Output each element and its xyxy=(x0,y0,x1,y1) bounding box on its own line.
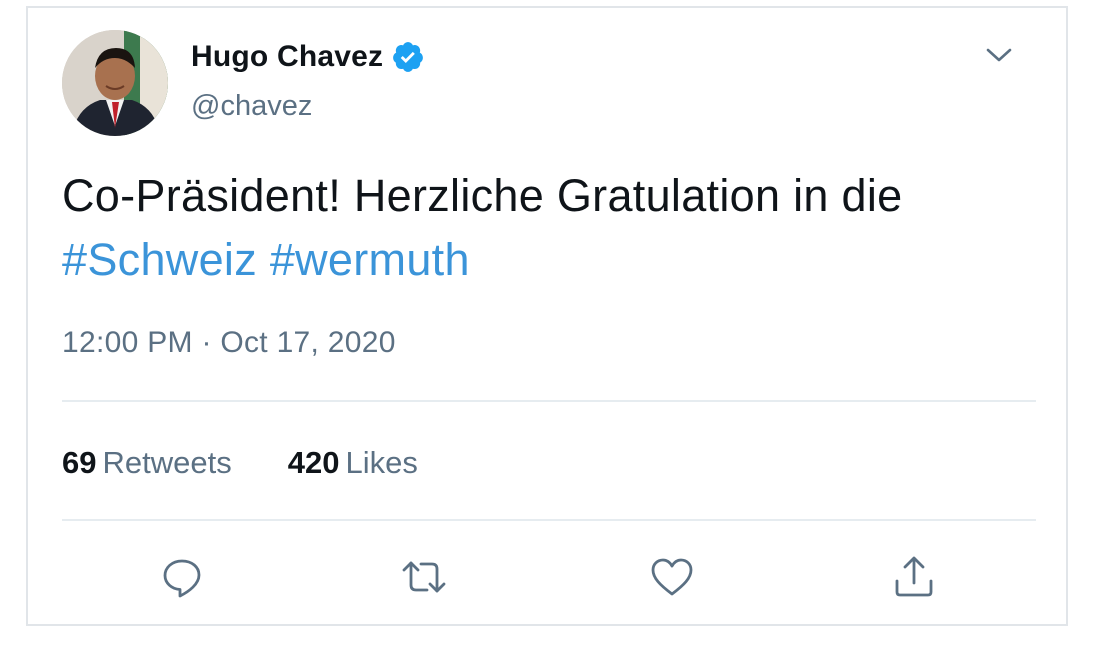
tweet-body-text: Co-Präsident! Herzliche Gratulation in d… xyxy=(62,170,903,221)
author-row: Hugo Chavez xyxy=(191,40,425,74)
heart-icon[interactable] xyxy=(648,553,696,601)
reply-icon[interactable] xyxy=(158,553,206,601)
likes-stat[interactable]: 420 Likes xyxy=(288,445,418,481)
engagement-stats: 69 Retweets 420 Likes xyxy=(62,445,418,481)
retweets-count: 69 xyxy=(62,445,97,480)
hashtag-link[interactable]: #Schweiz xyxy=(62,234,257,285)
tweet-card: Hugo Chavez @chavez Co-Präsident! Herzli… xyxy=(26,6,1068,626)
tweet-text: Co-Präsident! Herzliche Gratulation in d… xyxy=(62,164,1022,292)
author-handle[interactable]: @chavez xyxy=(191,90,312,123)
likes-label: Likes xyxy=(345,445,418,480)
retweets-label: Retweets xyxy=(102,445,232,480)
likes-count: 420 xyxy=(287,445,340,480)
divider xyxy=(62,519,1036,521)
chevron-down-icon[interactable] xyxy=(984,43,1014,67)
verified-badge-icon xyxy=(393,42,424,72)
avatar[interactable] xyxy=(62,30,168,136)
retweets-stat[interactable]: 69 Retweets xyxy=(62,445,232,481)
hashtag-link[interactable]: #wermuth xyxy=(270,234,470,285)
retweet-icon[interactable] xyxy=(400,553,448,601)
author-name[interactable]: Hugo Chavez xyxy=(191,40,383,74)
divider xyxy=(62,400,1036,402)
tweet-timestamp[interactable]: 12:00 PM · Oct 17, 2020 xyxy=(62,326,396,360)
avatar-photo xyxy=(62,30,168,136)
share-icon[interactable] xyxy=(890,553,938,601)
